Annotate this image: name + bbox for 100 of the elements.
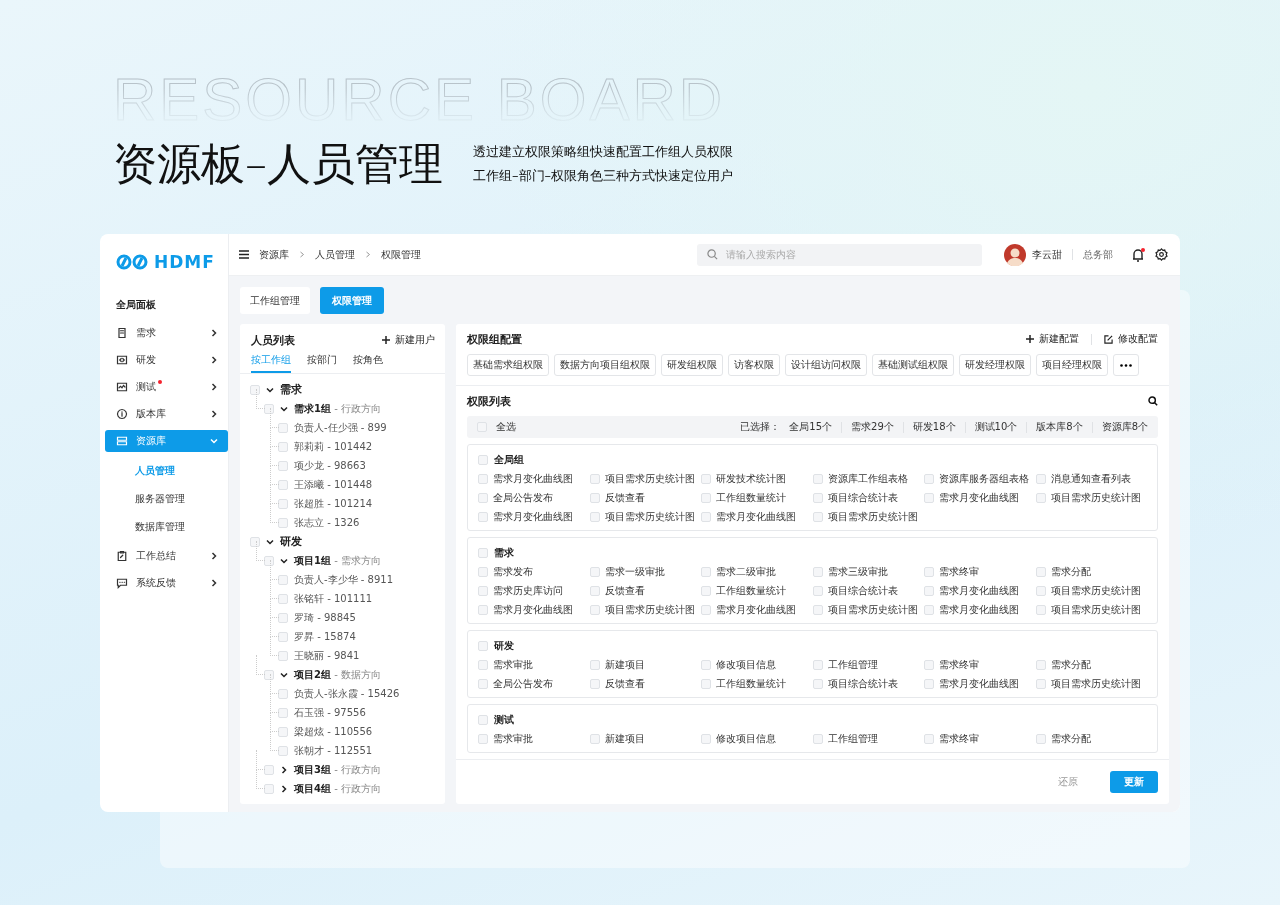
checkbox[interactable] <box>701 605 711 615</box>
checkbox[interactable] <box>478 734 488 744</box>
checkbox[interactable] <box>278 688 288 699</box>
checkbox[interactable] <box>478 493 488 503</box>
page-tab[interactable]: 工作组管理 <box>240 287 310 314</box>
breadcrumb-link[interactable]: 权限管理 <box>381 247 421 262</box>
tree-node-label[interactable]: 项少龙 - 98663 <box>294 458 366 473</box>
sidebar-item[interactable]: 系统反馈 <box>105 572 228 594</box>
checkbox[interactable] <box>250 384 260 395</box>
permission-group-chip[interactable]: 数据方向项目组权限 <box>554 354 656 376</box>
search-icon[interactable] <box>1148 396 1158 406</box>
checkbox[interactable] <box>701 512 711 522</box>
chevron-icon[interactable] <box>266 385 274 394</box>
breadcrumb-link[interactable]: 人员管理 <box>315 247 355 262</box>
checkbox[interactable] <box>278 460 288 471</box>
checkbox[interactable] <box>478 474 488 484</box>
sidebar-item[interactable]: 工作总结 <box>105 545 228 567</box>
checkbox[interactable] <box>701 586 711 596</box>
menu-icon[interactable] <box>239 250 249 259</box>
permission-group-chip[interactable]: 设计组访问权限 <box>785 354 867 376</box>
bell-icon[interactable] <box>1131 247 1145 262</box>
checkbox[interactable] <box>1035 567 1046 577</box>
tree-node-label[interactable]: 项目2组 - 数据方向 <box>294 667 381 682</box>
checkbox[interactable] <box>278 498 288 509</box>
checkbox[interactable] <box>278 422 288 433</box>
checkbox[interactable] <box>1035 679 1046 689</box>
checkbox[interactable] <box>278 574 288 585</box>
checkbox[interactable] <box>478 660 488 670</box>
checkbox[interactable] <box>264 669 274 680</box>
breadcrumb-link[interactable]: 资源库 <box>259 247 289 262</box>
checkbox[interactable] <box>589 493 600 503</box>
checkbox[interactable] <box>278 441 288 452</box>
chevron-icon[interactable] <box>280 556 288 565</box>
checkbox[interactable] <box>812 512 823 522</box>
tree-node-label[interactable]: 研发 <box>280 534 302 549</box>
sidebar-item[interactable]: 需求 <box>105 322 228 344</box>
checkbox[interactable] <box>812 567 823 577</box>
checkbox[interactable] <box>478 679 488 689</box>
checkbox[interactable] <box>278 517 288 528</box>
checkbox[interactable] <box>478 512 488 522</box>
tree-node-label[interactable]: 梁超炫 - 110556 <box>294 724 373 739</box>
checkbox[interactable] <box>264 783 274 794</box>
select-all-label[interactable]: 全选 <box>496 420 516 434</box>
checkbox[interactable] <box>701 660 711 670</box>
checkbox[interactable] <box>589 605 600 615</box>
checkbox[interactable] <box>478 455 488 465</box>
tree-node-label[interactable]: 张朝才 - 112551 <box>294 743 373 758</box>
checkbox[interactable] <box>812 474 823 484</box>
filter-tab[interactable]: 按角色 <box>353 353 383 373</box>
checkbox[interactable] <box>1035 660 1046 670</box>
checkbox[interactable] <box>264 764 274 775</box>
checkbox[interactable] <box>924 586 934 596</box>
checkbox[interactable] <box>589 679 600 689</box>
chevron-icon[interactable] <box>266 537 274 546</box>
config-action-button[interactable]: 新建配置 <box>1026 332 1079 346</box>
checkbox[interactable] <box>278 650 288 661</box>
settings-icon[interactable] <box>1155 248 1168 261</box>
checkbox[interactable] <box>812 660 823 670</box>
checkbox[interactable] <box>701 679 711 689</box>
sidebar-item[interactable]: 版本库 <box>105 403 228 425</box>
permission-group-chip[interactable]: 基础测试组权限 <box>872 354 954 376</box>
tree-node-label[interactable]: 负责人-张永霞 - 15426 <box>294 686 400 701</box>
checkbox[interactable] <box>812 493 823 503</box>
checkbox[interactable] <box>924 734 934 744</box>
checkbox[interactable] <box>701 567 711 577</box>
chevron-icon[interactable] <box>280 404 288 413</box>
checkbox[interactable] <box>589 586 600 596</box>
chevron-icon[interactable] <box>280 784 288 793</box>
checkbox[interactable] <box>589 567 600 577</box>
checkbox[interactable] <box>250 536 260 547</box>
checkbox[interactable] <box>278 726 288 737</box>
tree-node-label[interactable]: 石玉强 - 97556 <box>294 705 366 720</box>
chevron-icon[interactable] <box>280 765 288 774</box>
checkbox[interactable] <box>278 612 288 623</box>
sidebar-subitem[interactable]: 数据库管理 <box>105 513 228 541</box>
checkbox[interactable] <box>478 715 488 725</box>
checkbox[interactable] <box>589 512 600 522</box>
checkbox[interactable] <box>701 474 711 484</box>
chevron-icon[interactable] <box>280 670 288 679</box>
checkbox[interactable] <box>264 555 274 566</box>
checkbox[interactable] <box>812 734 823 744</box>
permission-group-chip[interactable]: 基础需求组权限 <box>467 354 549 376</box>
permission-group-chip[interactable]: 研发组权限 <box>661 354 723 376</box>
tree-node-label[interactable]: 张铭轩 - 101111 <box>294 591 373 606</box>
checkbox[interactable] <box>278 479 288 490</box>
checkbox[interactable] <box>278 707 288 718</box>
checkbox[interactable] <box>924 567 934 577</box>
checkbox[interactable] <box>1035 586 1046 596</box>
checkbox[interactable] <box>701 734 711 744</box>
search-field[interactable]: 请输入搜索内容 <box>697 243 982 266</box>
checkbox[interactable] <box>1035 474 1046 484</box>
checkbox[interactable] <box>701 493 711 503</box>
checkbox[interactable] <box>589 734 600 744</box>
tree-node-label[interactable]: 王晓丽 - 9841 <box>294 648 360 663</box>
tree-node-label[interactable]: 项目3组 - 行政方向 <box>294 762 381 777</box>
checkbox[interactable] <box>589 660 600 670</box>
checkbox[interactable] <box>278 631 288 642</box>
checkbox[interactable] <box>478 605 488 615</box>
tree-node-label[interactable]: 负责人-任少强 - 899 <box>294 420 387 435</box>
sidebar-item[interactable]: 测试 <box>105 376 228 398</box>
